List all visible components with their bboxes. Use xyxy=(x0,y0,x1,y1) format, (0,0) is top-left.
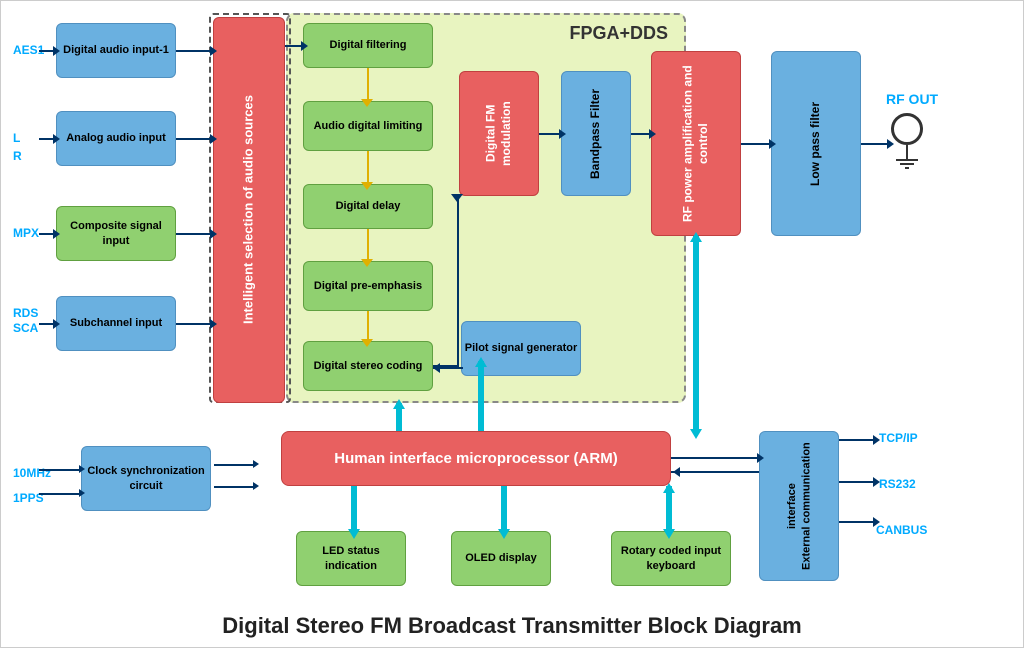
arrow-clock-arm2 xyxy=(214,486,254,488)
arrowhead-mpx xyxy=(53,229,60,239)
arrow-ext-canbus xyxy=(839,521,875,523)
arrowhead-lp-rf-out xyxy=(887,139,894,149)
yellow-arrowhead1 xyxy=(361,99,373,107)
yellow-arrow3 xyxy=(367,229,369,261)
antenna-ground1 xyxy=(896,159,918,161)
arrowhead-stereo-fm xyxy=(451,194,463,202)
arrow-arm-ext xyxy=(671,457,759,459)
label-l: L xyxy=(13,131,20,145)
subchannel-input-block: Subchannel input xyxy=(56,296,176,351)
arrow-ext-tcpip xyxy=(839,439,875,441)
cyan-arrow-up xyxy=(478,361,484,431)
rf-power-block: RF power amplification and control xyxy=(651,51,741,236)
arrowhead-rf-lp xyxy=(769,139,776,149)
led-status-block: LED status indication xyxy=(296,531,406,586)
arrow-dai-to-sel xyxy=(176,50,212,52)
yellow-arrowhead4 xyxy=(361,339,373,347)
digital-pre-emphasis-block: Digital pre-emphasis xyxy=(303,261,433,311)
arrow-stereo-fm-v xyxy=(457,196,459,365)
arrow-lp-rf-out xyxy=(861,143,889,145)
cyan-arrowhead-up xyxy=(475,357,487,367)
arrowhead-ext-arm xyxy=(673,467,680,477)
arrowhead-sub-sel xyxy=(210,319,217,329)
ext-comm-block: External communication interface xyxy=(759,431,839,581)
arrow-bp-rf xyxy=(631,133,651,135)
label-rds: RDS xyxy=(13,306,38,320)
rs232-label: RS232 xyxy=(879,477,916,491)
cyan-arrowhead-oled xyxy=(498,529,510,539)
cyan-arrowhead-rf-up xyxy=(690,232,702,242)
cyan-arrow-led xyxy=(351,486,357,531)
diagram-title: Digital Stereo FM Broadcast Transmitter … xyxy=(1,613,1023,639)
canbus-label: CANBUS xyxy=(876,523,927,537)
yellow-arrow1 xyxy=(367,68,369,101)
arrowhead-clock1 xyxy=(253,460,259,468)
audio-digital-limiting-block: Audio digital limiting xyxy=(303,101,433,151)
label-mpx: MPX xyxy=(13,226,39,240)
fm-modulation-block: Digital FM modulation xyxy=(459,71,539,196)
rf-out-label: RF OUT xyxy=(886,91,938,107)
arrowhead-aes1 xyxy=(53,46,60,56)
cyan-arrowhead-led xyxy=(348,529,360,539)
arrowhead-dai-sel xyxy=(210,46,217,56)
yellow-arrow2 xyxy=(367,151,369,184)
cyan-arrowhead-rotary-up xyxy=(663,483,675,493)
analog-audio-input-block: Analog audio input xyxy=(56,111,176,166)
arrowhead-rds xyxy=(53,319,60,329)
arrow-1pps xyxy=(39,493,81,495)
digital-audio-input-block: Digital audio input-1 xyxy=(56,23,176,78)
yellow-arrowhead2 xyxy=(361,182,373,190)
arrow-ext-rs232 xyxy=(839,481,875,483)
arrowhead-ext-canbus xyxy=(873,517,880,527)
arrow-sub-to-sel xyxy=(176,323,212,325)
rotary-keyboard-block: Rotary coded input keyboard xyxy=(611,531,731,586)
arrowhead-10mhz xyxy=(79,465,85,473)
low-pass-filter-block: Low pass filter xyxy=(771,51,861,236)
arrow-aa-to-sel xyxy=(176,138,212,140)
arrowhead-l xyxy=(53,134,60,144)
cyan-arrowhead-rf-down xyxy=(690,429,702,439)
composite-signal-block: Composite signal input xyxy=(56,206,176,261)
yellow-arrow4 xyxy=(367,311,369,341)
cyan-arrowhead-up2 xyxy=(393,399,405,409)
diagram-container: FPGA+DDS AES1 L R MPX RDS SCA 10MHz 1PPS… xyxy=(0,0,1024,648)
arrowhead-bp-rf xyxy=(649,129,656,139)
arrowhead-aa-sel xyxy=(210,134,217,144)
cyan-arrow-oled xyxy=(501,486,507,531)
arrow-comp-to-sel xyxy=(176,233,212,235)
yellow-arrowhead3 xyxy=(361,259,373,267)
oled-display-block: OLED display xyxy=(451,531,551,586)
arrowhead-comp-sel xyxy=(210,229,217,239)
bandpass-filter-block: Bandpass Filter xyxy=(561,71,631,196)
arrowhead-1pps xyxy=(79,489,85,497)
label-sca: SCA xyxy=(13,321,38,335)
arrowhead-sel-filt xyxy=(301,41,308,51)
label-r: R xyxy=(13,149,22,163)
arrow-10mhz xyxy=(39,469,81,471)
digital-stereo-coding-block: Digital stereo coding xyxy=(303,341,433,391)
rf-out-antenna xyxy=(891,113,923,145)
arrow-rf-lp xyxy=(741,143,771,145)
intelligent-selection-block: Intelligent selection of audio sources xyxy=(213,17,285,403)
arrowhead-clock2 xyxy=(253,482,259,490)
arrowhead-arm-ext xyxy=(757,453,764,463)
tcp-ip-label: TCP/IP xyxy=(879,431,918,445)
digital-filtering-block: Digital filtering xyxy=(303,23,433,68)
antenna-ground2 xyxy=(900,163,914,165)
clock-sync-block: Clock synchronization circuit xyxy=(81,446,211,511)
arrow-fm-bp xyxy=(539,133,561,135)
arrowhead-ext-rs232 xyxy=(873,477,880,487)
cyan-arrowhead-rotary-down xyxy=(663,529,675,539)
digital-delay-block: Digital delay xyxy=(303,184,433,229)
cyan-arrow-rf xyxy=(693,236,699,431)
fpga-label: FPGA+DDS xyxy=(569,23,668,44)
antenna-ground3 xyxy=(905,167,909,169)
arrow-ext-arm xyxy=(671,471,759,473)
arrow-clock-arm1 xyxy=(214,464,254,466)
arrowhead-fm-bp xyxy=(559,129,566,139)
arm-processor-block: Human interface microprocessor (ARM) xyxy=(281,431,671,486)
arrowhead-pilot-stereo xyxy=(433,363,440,373)
arrowhead-ext-tcpip xyxy=(873,435,880,445)
